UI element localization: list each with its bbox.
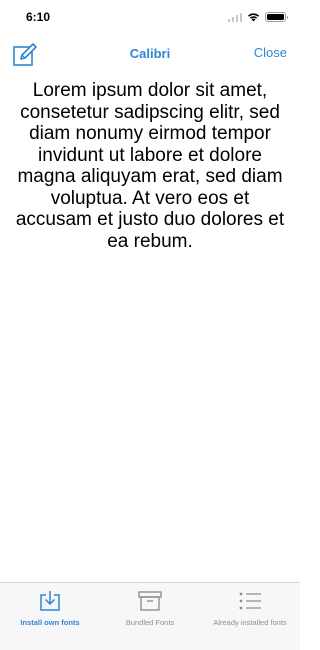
status-icons (227, 11, 288, 23)
wifi-icon (247, 12, 260, 22)
list-icon (237, 589, 263, 613)
battery-icon (265, 12, 288, 22)
archive-box-icon (137, 589, 163, 613)
tab-bundled-fonts[interactable]: Bundled Fonts (100, 583, 200, 650)
app-screen: 6:10 Calibri Close Lorem ipsum dolor sit… (0, 0, 300, 650)
close-button[interactable]: Close (254, 45, 287, 60)
download-tray-icon (37, 589, 63, 613)
tab-label: Already installed fonts (213, 618, 287, 627)
tab-already-installed-fonts[interactable]: Already installed fonts (200, 583, 300, 650)
cellular-signal-icon (227, 12, 242, 22)
tab-label: Bundled Fonts (125, 618, 175, 627)
tab-label: Install own fonts (20, 618, 80, 627)
status-time: 6:10 (26, 10, 51, 24)
font-sample-text: Lorem ipsum dolor sit amet, consetetur s… (15, 80, 285, 252)
navigation-bar: Calibri Close (0, 36, 300, 72)
tab-install-own-fonts[interactable]: Install own fonts (0, 583, 100, 650)
tab-bar: Install own fonts Bundled Fonts Already … (0, 582, 300, 650)
status-bar: 6:10 (0, 0, 300, 36)
